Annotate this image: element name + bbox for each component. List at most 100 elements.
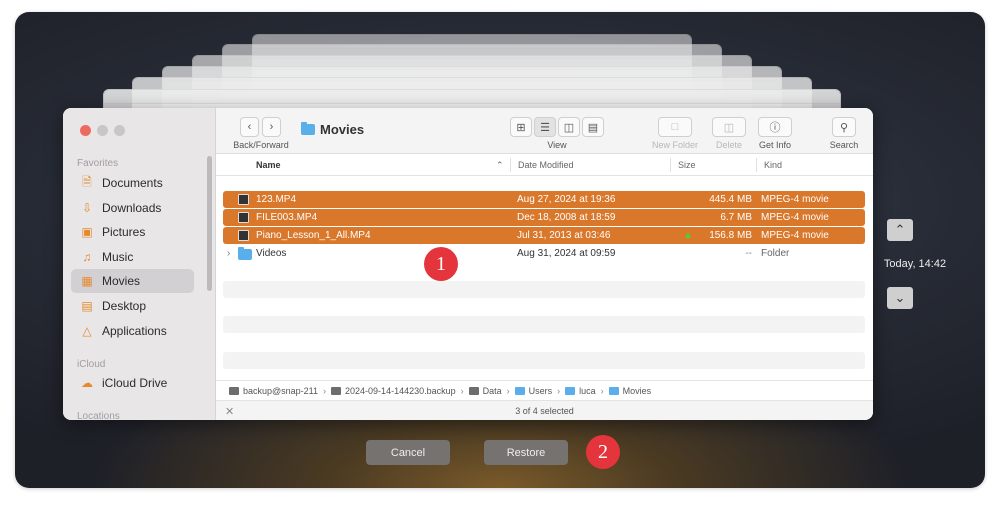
annotation-badge-2: 2 bbox=[586, 435, 620, 469]
window-title: Movies bbox=[301, 122, 364, 137]
movies-icon: ▦ bbox=[81, 274, 93, 288]
sidebar-item-applications[interactable]: △ Applications bbox=[71, 319, 194, 343]
sidebar-item-downloads[interactable]: ⇩ Downloads bbox=[71, 196, 194, 220]
restore-button[interactable]: Restore bbox=[484, 440, 568, 465]
sidebar-item-label: Movies bbox=[102, 274, 141, 288]
finder-window: Favorites 🗎 Documents ⇩ Downloads ▣ Pict… bbox=[63, 108, 873, 420]
timeline-up-button[interactable]: ⌃ bbox=[887, 219, 913, 241]
file-size: 445.4 MB bbox=[709, 194, 752, 205]
file-name: Videos bbox=[256, 248, 287, 259]
music-icon: ♫ bbox=[82, 250, 92, 264]
column-date-modified[interactable]: Date Modified bbox=[518, 160, 574, 170]
path-item[interactable]: Movies bbox=[608, 386, 651, 396]
file-name: 123.MP4 bbox=[256, 194, 297, 205]
icloud-heading: iCloud bbox=[77, 359, 106, 370]
new-folder-icon: □ bbox=[671, 121, 679, 133]
column-size[interactable]: Size bbox=[678, 160, 696, 170]
video-file-icon bbox=[238, 194, 249, 205]
cursor-icon: ▲ bbox=[683, 230, 693, 241]
grid-icon: ⊞ bbox=[516, 121, 526, 134]
chevron-right-icon: › bbox=[269, 121, 274, 133]
close-window-icon[interactable] bbox=[80, 125, 91, 136]
path-item[interactable]: luca bbox=[565, 386, 596, 396]
table-row[interactable]: FILE003.MP4 Dec 18, 2008 at 18:59 6.7 MB… bbox=[223, 209, 865, 226]
file-size: -- bbox=[745, 248, 752, 259]
sidebar-item-music[interactable]: ♫ Music bbox=[71, 245, 194, 269]
disclosure-chevron-icon[interactable]: › bbox=[227, 248, 230, 259]
sidebar-item-desktop[interactable]: ▤ Desktop bbox=[71, 294, 194, 318]
file-kind: MPEG-4 movie bbox=[761, 230, 829, 241]
empty-row bbox=[223, 281, 865, 298]
gallery-icon: ▤ bbox=[587, 121, 599, 134]
view-label: View bbox=[547, 140, 567, 150]
get-info-label: Get Info bbox=[758, 140, 792, 150]
document-icon: 🗎 bbox=[82, 174, 92, 189]
sidebar-scrollbar[interactable] bbox=[207, 156, 212, 291]
sidebar-item-movies[interactable]: ▦ Movies bbox=[71, 269, 194, 293]
cancel-button[interactable]: Cancel bbox=[366, 440, 450, 465]
delete-button[interactable]: ◫ bbox=[712, 117, 746, 137]
disk-icon bbox=[229, 386, 239, 395]
path-item[interactable]: Users bbox=[514, 386, 552, 396]
new-folder-label: New Folder bbox=[651, 140, 698, 150]
status-text: 3 of 4 selected bbox=[515, 406, 574, 416]
status-bar: ✕ 3 of 4 selected bbox=[216, 400, 873, 420]
path-separator-icon: › bbox=[506, 385, 510, 396]
folder-icon bbox=[514, 386, 525, 395]
table-row[interactable]: › Videos Aug 31, 2024 at 09:59 -- Folder bbox=[223, 245, 865, 262]
chevron-down-icon: ⌄ bbox=[894, 290, 906, 305]
sidebar-item-pictures[interactable]: ▣ Pictures bbox=[71, 220, 194, 244]
sidebar: Favorites 🗎 Documents ⇩ Downloads ▣ Pict… bbox=[63, 108, 216, 420]
empty-row bbox=[223, 316, 865, 333]
time-machine-frame: Favorites 🗎 Documents ⇩ Downloads ▣ Pict… bbox=[15, 12, 985, 488]
column-name[interactable]: Name bbox=[256, 160, 281, 170]
applications-icon: △ bbox=[82, 324, 92, 338]
path-item[interactable]: Data bbox=[468, 386, 502, 396]
pictures-icon: ▣ bbox=[81, 225, 93, 239]
table-row[interactable]: 123.MP4 Aug 27, 2024 at 19:36 445.4 MB M… bbox=[223, 191, 865, 208]
favorites-heading: Favorites bbox=[77, 158, 119, 169]
file-size: 6.7 MB bbox=[720, 212, 752, 223]
file-kind: Folder bbox=[761, 248, 790, 259]
cloud-icon: ☁ bbox=[81, 376, 93, 390]
forward-button[interactable]: › bbox=[262, 117, 281, 137]
list-view-button[interactable]: ☰ bbox=[534, 117, 556, 137]
folder-icon bbox=[238, 247, 252, 260]
get-info-button[interactable]: ⓘ bbox=[758, 117, 792, 137]
video-file-icon bbox=[238, 212, 249, 223]
file-kind: MPEG-4 movie bbox=[761, 194, 829, 205]
desktop-icon: ▤ bbox=[81, 299, 93, 313]
table-row[interactable]: Piano_Lesson_1_All.MP4 Jul 31, 2013 at 0… bbox=[223, 227, 865, 244]
path-item[interactable]: backup@snap-211 bbox=[229, 386, 318, 396]
path-separator-icon: › bbox=[557, 385, 561, 396]
timeline-down-button[interactable]: ⌄ bbox=[887, 287, 913, 309]
file-kind: MPEG-4 movie bbox=[761, 212, 829, 223]
back-button[interactable]: ‹ bbox=[240, 117, 259, 137]
sidebar-item-icloud-drive[interactable]: ☁ iCloud Drive bbox=[71, 371, 194, 395]
annotation-badge-1: 1 bbox=[424, 247, 458, 281]
minimize-window-icon[interactable] bbox=[97, 125, 108, 136]
file-name: FILE003.MP4 bbox=[256, 212, 318, 223]
home-folder-icon bbox=[565, 386, 576, 395]
file-date: Aug 27, 2024 at 19:36 bbox=[517, 194, 616, 205]
column-kind[interactable]: Kind bbox=[764, 160, 782, 170]
window-title-text: Movies bbox=[320, 122, 365, 137]
search-button[interactable]: ⚲ bbox=[832, 117, 856, 137]
sort-chevron-icon[interactable]: ⌃ bbox=[496, 160, 504, 171]
timeline-label: Today, 14:42 bbox=[883, 258, 947, 270]
empty-row bbox=[223, 352, 865, 369]
list-icon: ☰ bbox=[540, 121, 550, 134]
disk-icon bbox=[468, 386, 479, 395]
sidebar-item-documents[interactable]: 🗎 Documents bbox=[71, 171, 194, 195]
gallery-view-button[interactable]: ▤ bbox=[582, 117, 604, 137]
backup-icon bbox=[331, 386, 342, 395]
path-item[interactable]: 2024-09-14-144230.backup bbox=[331, 386, 456, 396]
zoom-window-icon[interactable] bbox=[114, 125, 125, 136]
video-file-icon bbox=[238, 230, 249, 241]
icon-view-button[interactable]: ⊞ bbox=[510, 117, 532, 137]
path-separator-icon: › bbox=[600, 385, 604, 396]
chevron-left-icon: ‹ bbox=[247, 121, 252, 133]
column-view-button[interactable]: ◫ bbox=[558, 117, 580, 137]
toolbar: ‹ › Back/Forward Movies ⊞ ☰ ◫ ▤ View □ N… bbox=[216, 108, 873, 154]
new-folder-button[interactable]: □ bbox=[658, 117, 692, 137]
